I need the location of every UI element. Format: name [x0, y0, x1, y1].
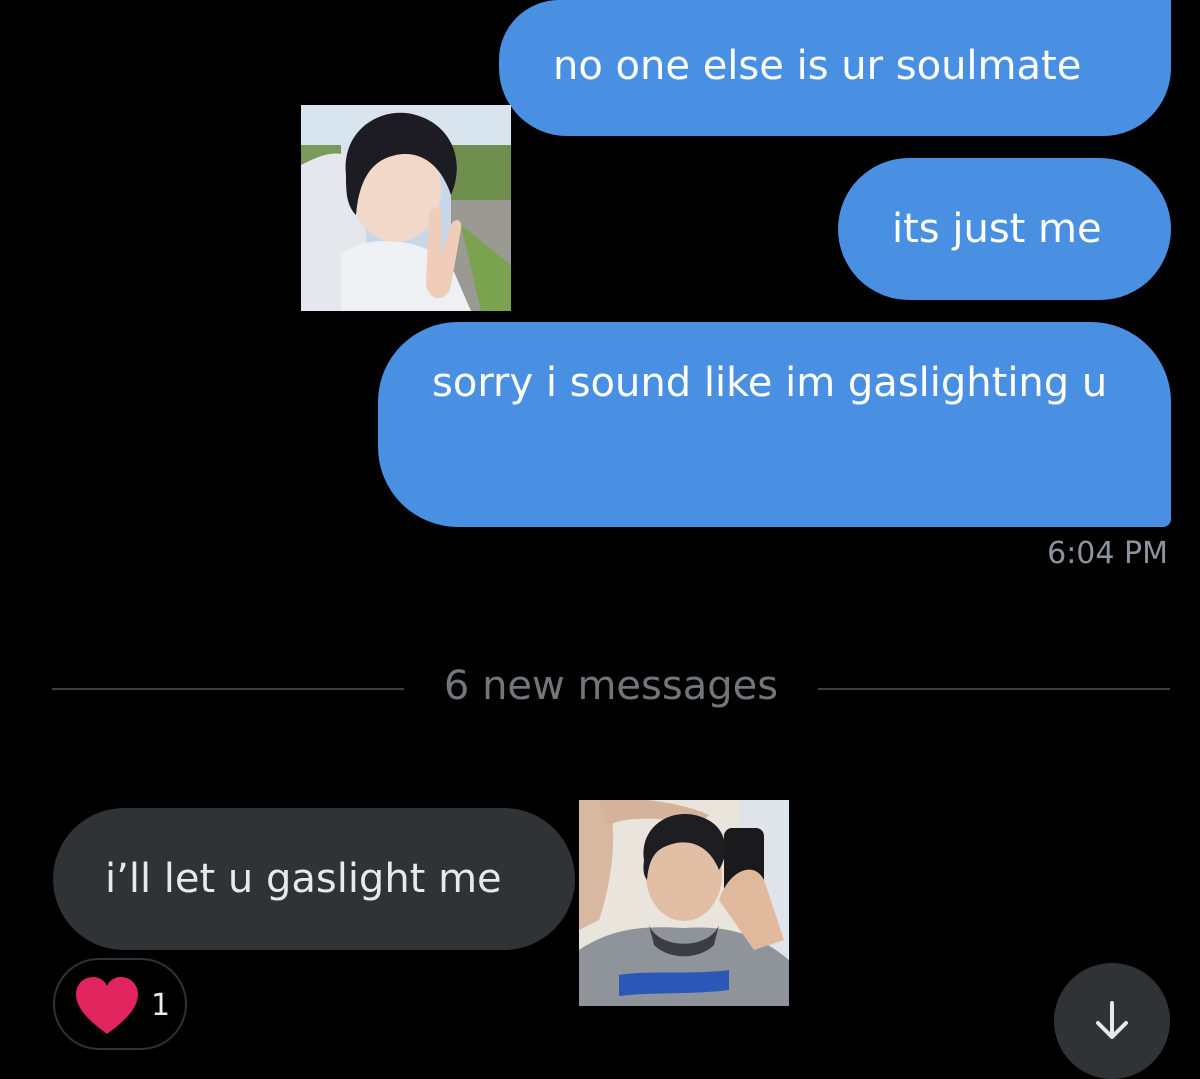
- message-text: i’ll let u gaslight me: [105, 856, 502, 902]
- new-messages-label: 6 new messages: [443, 663, 779, 709]
- message-text: no one else is ur soulmate: [553, 43, 1082, 89]
- incoming-message-bubble[interactable]: i’ll let u gaslight me: [53, 808, 575, 950]
- scroll-to-bottom-button[interactable]: [1054, 963, 1170, 1079]
- divider-line: [818, 688, 1170, 690]
- outgoing-message-bubble[interactable]: its just me: [838, 158, 1171, 300]
- arrow-down-icon: [1096, 1001, 1128, 1039]
- reaction-badge[interactable]: 1: [53, 958, 187, 1050]
- heart-icon: [76, 977, 138, 1034]
- reaction-count: 1: [151, 988, 171, 1023]
- divider-line: [52, 688, 404, 690]
- selfie-photo: [301, 105, 511, 311]
- message-text: its just me: [892, 206, 1102, 252]
- outgoing-message-bubble[interactable]: sorry i sound like im gaslighting u: [378, 322, 1171, 527]
- message-timestamp: 6:04 PM: [1047, 536, 1168, 571]
- outgoing-message-bubble[interactable]: no one else is ur soulmate: [499, 0, 1171, 136]
- mirror-selfie-photo: [579, 800, 789, 1006]
- message-text: sorry i sound like im gaslighting u: [432, 360, 1108, 406]
